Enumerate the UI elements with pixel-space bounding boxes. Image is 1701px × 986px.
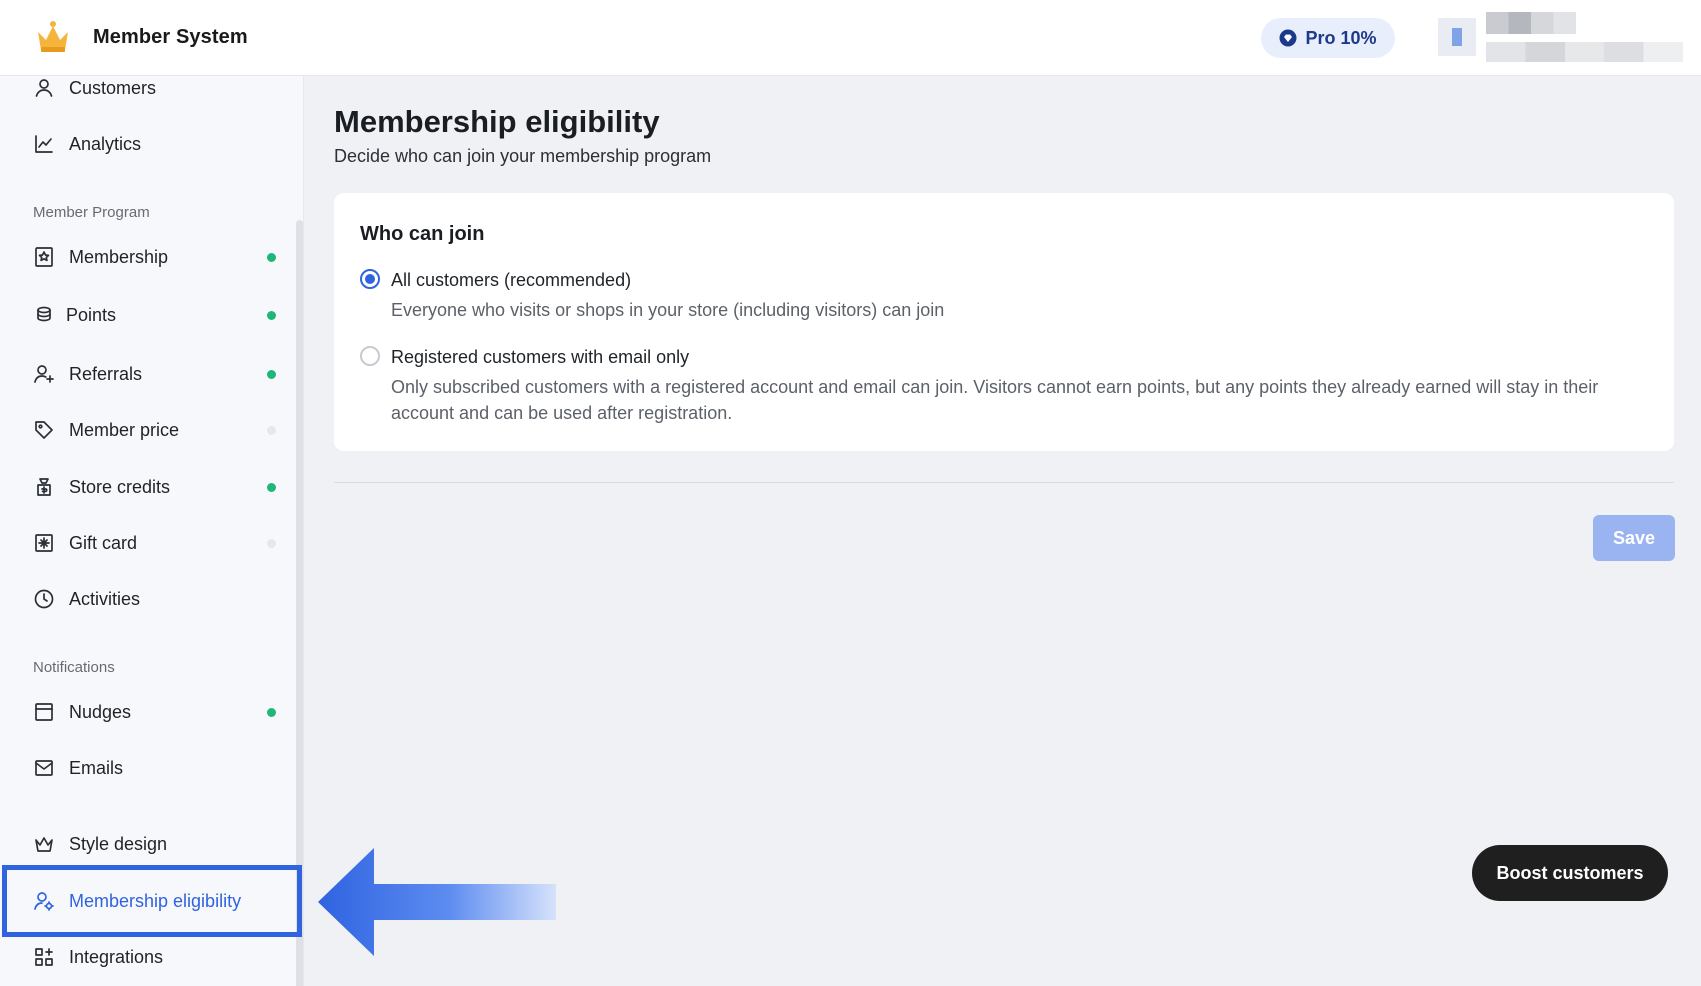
- sidebar-item-label: Style design: [69, 833, 168, 854]
- status-dot: [267, 425, 276, 435]
- sidebar-item-analytics[interactable]: Analytics: [0, 122, 296, 166]
- sidebar-item-membership[interactable]: Membership: [0, 235, 296, 279]
- divider: [334, 482, 1674, 483]
- clock-icon: [33, 588, 55, 610]
- sidebar-item-label: Referrals: [69, 363, 143, 384]
- sidebar-item-nudges[interactable]: Nudges: [0, 690, 296, 734]
- sidebar-item-label: Gift card: [69, 532, 138, 553]
- tag-icon: [33, 419, 55, 441]
- option-desc-registered-customers: Only subscribed customers with a registe…: [391, 377, 1599, 423]
- brand[interactable]: Member System: [34, 18, 248, 56]
- sidebar-item-label: Points: [66, 304, 117, 325]
- page-title: Membership eligibility: [334, 104, 660, 139]
- save-button[interactable]: Save: [1593, 515, 1675, 561]
- status-dot: [267, 482, 276, 492]
- user-icon: [33, 77, 55, 99]
- account-menu[interactable]: [1438, 12, 1683, 64]
- status-dot: [267, 707, 276, 717]
- option-desc-all-customers: Everyone who visits or shops in your sto…: [391, 300, 945, 320]
- eligibility-card: Who can join All customers (recommended)…: [334, 193, 1674, 451]
- store-name-redacted: [1486, 12, 1576, 34]
- sidebar-item-label: Member price: [69, 419, 180, 440]
- option-label-registered-customers[interactable]: Registered customers with email only: [391, 347, 689, 368]
- chart-line-icon: [33, 133, 55, 155]
- top-bar: Member System Pro 10%: [0, 0, 1701, 76]
- sidebar-item-points[interactable]: Points: [0, 293, 296, 337]
- user-plus-icon: [33, 363, 55, 385]
- status-dot: [267, 310, 276, 320]
- radio-all-customers[interactable]: [360, 269, 380, 289]
- boost-customers-button[interactable]: Boost customers: [1472, 845, 1668, 901]
- crown-outline-icon: [33, 833, 55, 855]
- mail-icon: [33, 757, 55, 779]
- plan-badge-label: Pro 10%: [1305, 27, 1377, 48]
- highlight-annotation-box: [2, 865, 302, 937]
- sidebar-item-emails[interactable]: Emails: [0, 746, 296, 790]
- arrow-left-annotation-icon: [318, 848, 556, 956]
- coins-icon: [33, 304, 55, 326]
- radio-registered-customers[interactable]: [360, 346, 380, 366]
- gift-card-icon: [33, 532, 55, 554]
- sidebar-item-label: Store credits: [69, 476, 171, 497]
- sidebar-item-customers[interactable]: Customers: [0, 66, 296, 110]
- status-dot: [267, 538, 276, 548]
- sidebar-item-label: Analytics: [69, 133, 142, 154]
- crown-logo-icon: [38, 21, 68, 52]
- badge-icon: [33, 246, 55, 268]
- sidebar-item-label: Emails: [69, 757, 124, 778]
- option-label-all-customers[interactable]: All customers (recommended): [391, 270, 631, 291]
- sidebar-item-label: Activities: [69, 588, 141, 609]
- apps-icon: [33, 946, 55, 968]
- app-title: Member System: [93, 25, 248, 48]
- plan-badge[interactable]: Pro 10%: [1261, 18, 1395, 58]
- sidebar-item-activities[interactable]: Activities: [0, 577, 296, 621]
- sidebar-item-style-design[interactable]: Style design: [0, 822, 296, 866]
- sidebar-item-label: Integrations: [69, 946, 164, 967]
- store-url-redacted: [1486, 42, 1683, 62]
- sidebar-item-store-credits[interactable]: Store credits: [0, 465, 296, 509]
- sidebar-item-gift-card[interactable]: Gift card: [0, 521, 296, 565]
- sidebar-item-label: Nudges: [69, 701, 132, 722]
- sidebar-item-label: Customers: [69, 77, 157, 98]
- page-subtitle: Decide who can join your membership prog…: [334, 146, 712, 166]
- section-title-notifications: Notifications: [33, 659, 115, 676]
- window-icon: [33, 701, 55, 723]
- status-dot: [267, 369, 276, 379]
- money-bag-icon: [33, 476, 55, 498]
- status-dot: [267, 252, 276, 262]
- sidebar-item-member-price[interactable]: Member price: [0, 408, 296, 452]
- card-title: Who can join: [360, 223, 485, 245]
- avatar: [1438, 18, 1476, 56]
- diamond-badge-icon: [1279, 29, 1297, 47]
- sidebar-item-integrations[interactable]: Integrations: [0, 935, 296, 979]
- sidebar-item-label: Membership: [69, 246, 169, 267]
- section-title-member-program: Member Program: [33, 204, 150, 221]
- sidebar-item-referrals[interactable]: Referrals: [0, 352, 296, 396]
